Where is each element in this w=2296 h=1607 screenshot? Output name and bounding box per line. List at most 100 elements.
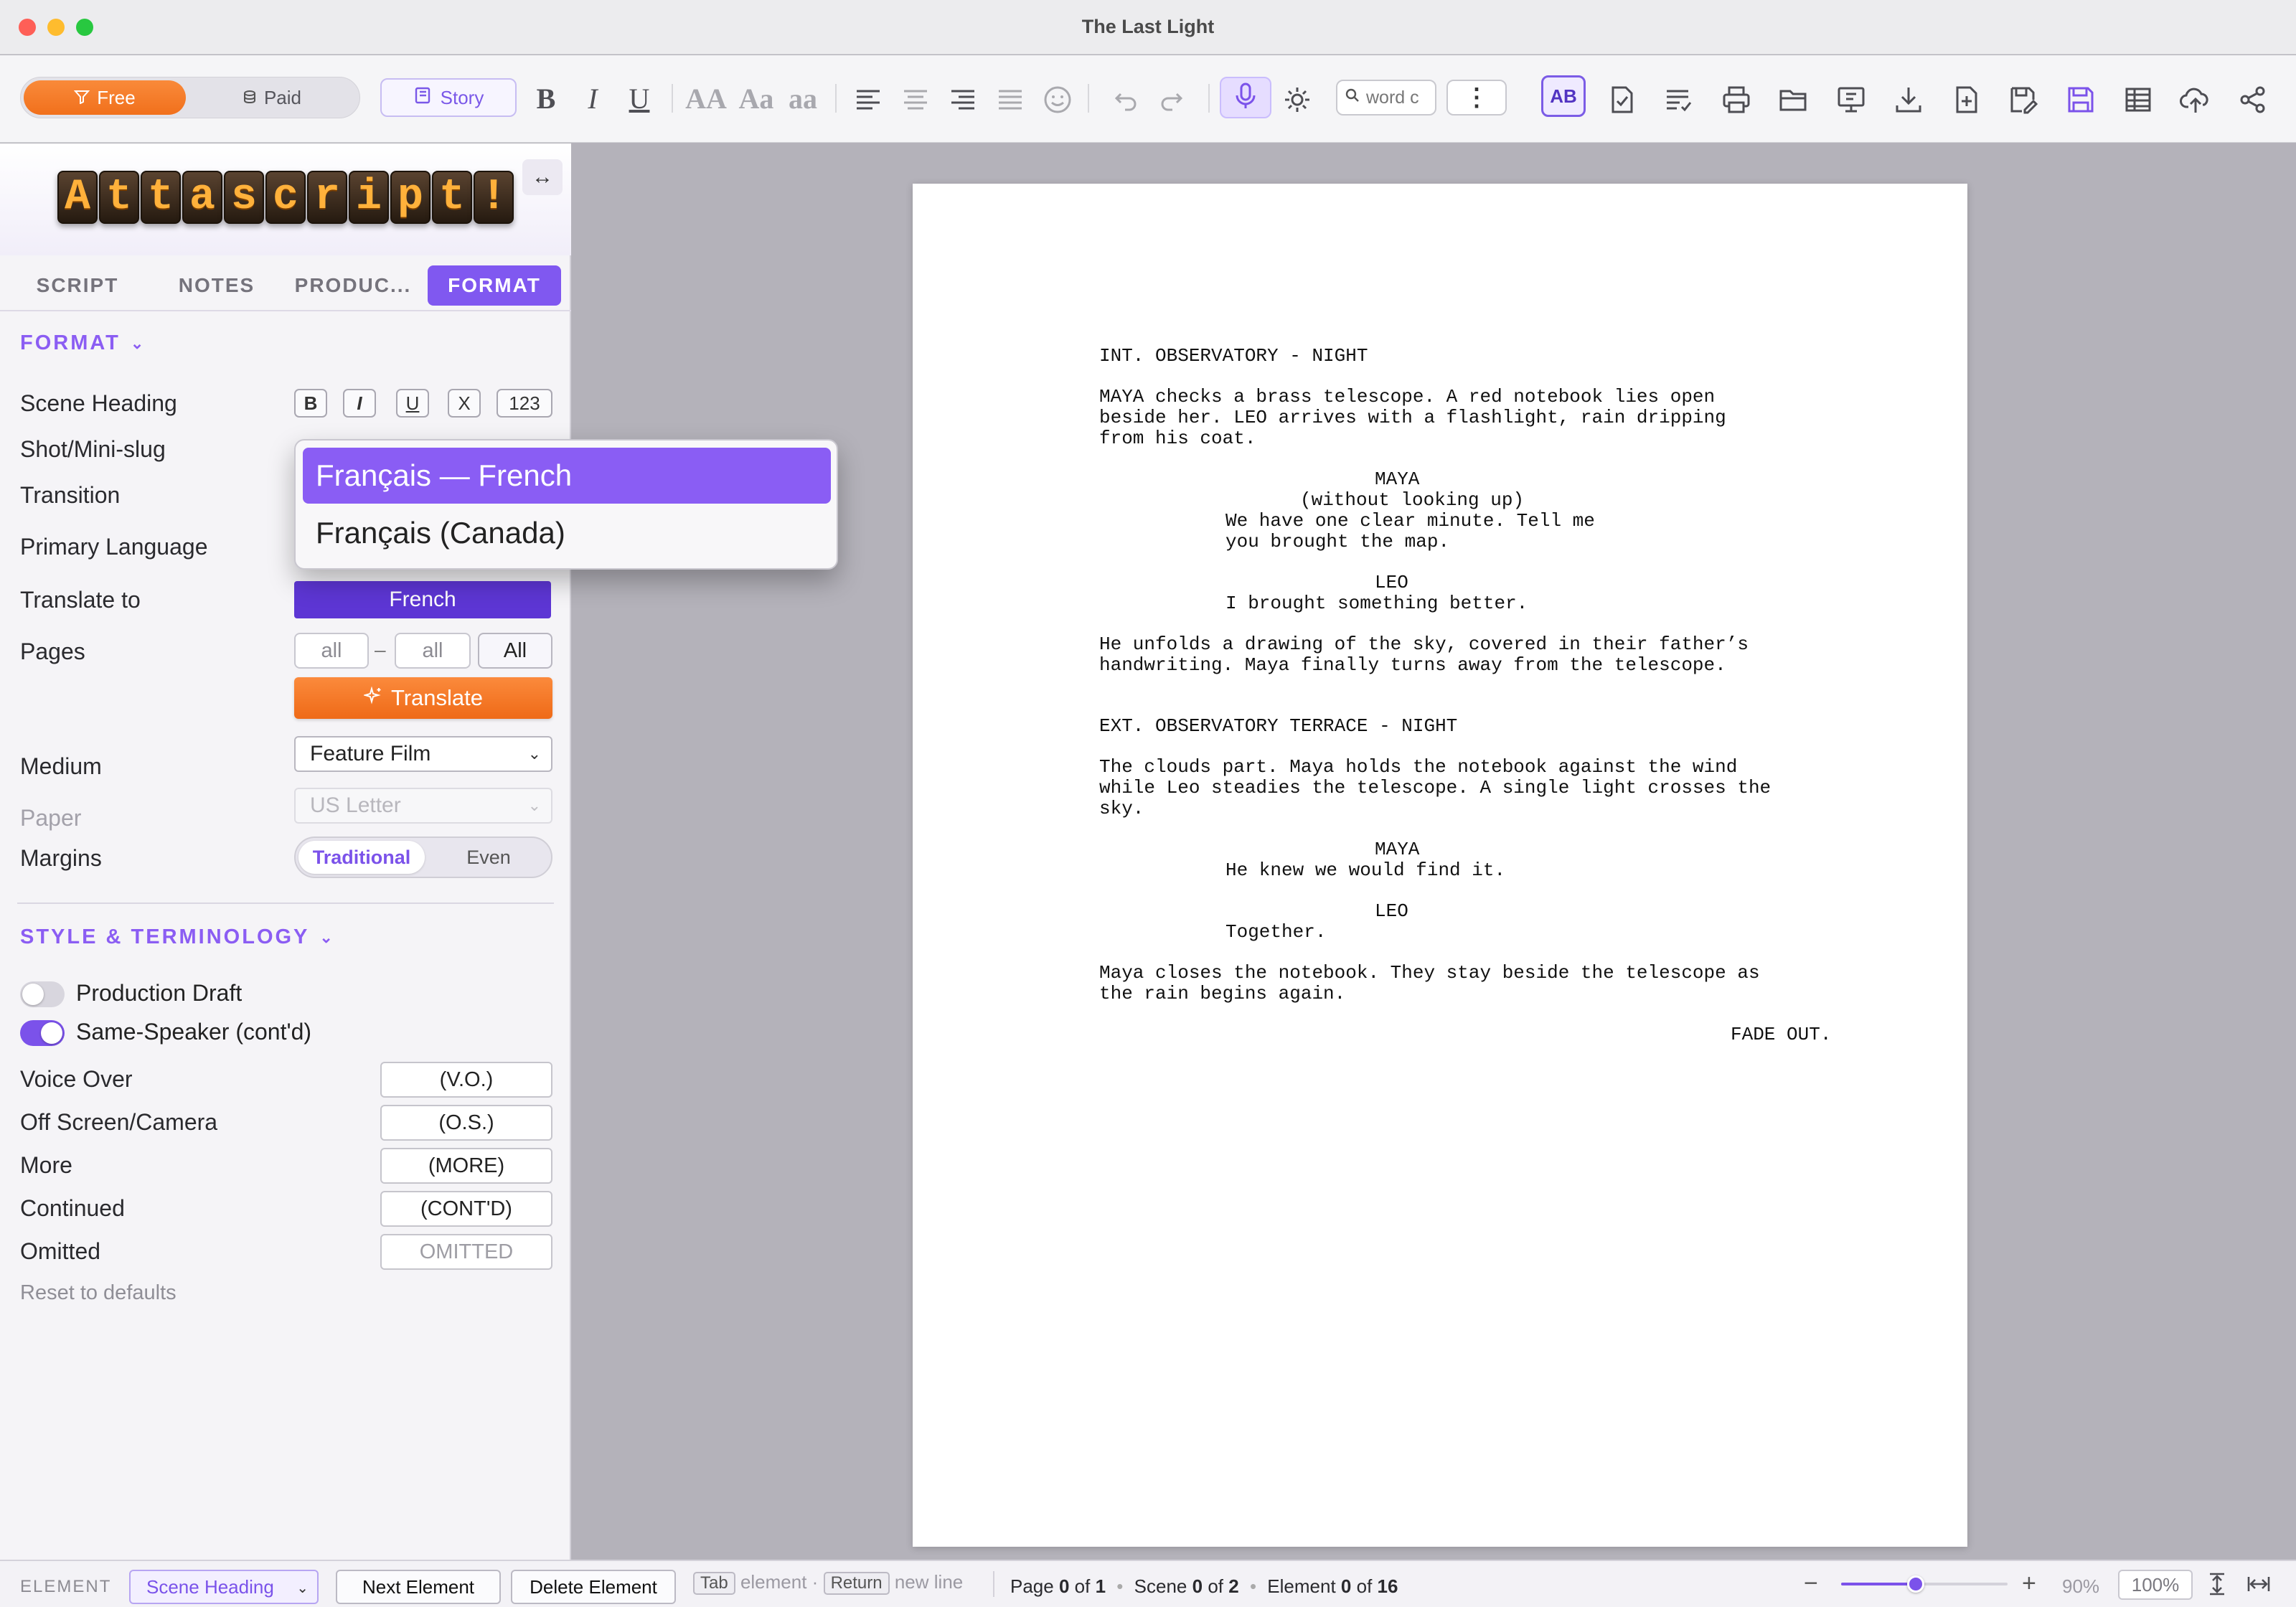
language-option-french[interactable]: Français — French [303, 448, 831, 504]
search-field[interactable]: word c [1336, 80, 1436, 116]
more-input[interactable]: (MORE) [380, 1148, 552, 1184]
language-dropdown-menu: Français — French Français (Canada) [294, 439, 838, 570]
script-line-character[interactable]: LEO [1375, 572, 1408, 593]
zoom-out-button[interactable]: − [1804, 1570, 1818, 1598]
save-icon[interactable] [2065, 84, 2097, 116]
brightness-icon[interactable] [1281, 84, 1313, 116]
scene-heading-bold-button[interactable]: B [294, 389, 327, 418]
medium-select[interactable]: Feature Film ⌄ [294, 736, 552, 772]
download-icon[interactable] [1893, 84, 1924, 116]
story-button[interactable]: Story [380, 78, 517, 117]
script-line-action[interactable]: beside her. LEO arrives with a flashligh… [1099, 407, 1726, 428]
presentation-icon[interactable] [1835, 84, 1867, 116]
tab-script[interactable]: SCRIPT [20, 265, 135, 306]
margins-even-option[interactable]: Even [426, 841, 551, 874]
script-line-scene[interactable]: EXT. OBSERVATORY TERRACE - NIGHT [1099, 716, 1457, 737]
script-line-dialogue[interactable]: I brought something better. [1225, 593, 1528, 614]
same-speaker-toggle[interactable] [20, 1020, 65, 1046]
italic-button[interactable]: I [577, 77, 608, 120]
script-line-dialogue[interactable]: We have one clear minute. Tell me [1225, 511, 1595, 532]
tab-format[interactable]: FORMAT [428, 265, 561, 306]
checklist-doc-icon[interactable] [1606, 84, 1637, 116]
script-line-character[interactable]: MAYA [1375, 839, 1419, 860]
toolbar-divider [672, 84, 673, 113]
script-line-dialogue[interactable]: you brought the map. [1225, 532, 1449, 552]
toolbar-divider [835, 84, 837, 113]
print-icon[interactable] [1721, 84, 1752, 116]
zoom-in-button[interactable]: + [2022, 1570, 2036, 1598]
cloud-upload-icon[interactable] [2180, 84, 2211, 116]
script-page[interactable]: INT. OBSERVATORY - NIGHT MAYA checks a br… [913, 184, 1967, 1547]
style-section-header[interactable]: STYLE & TERMINOLOGY ⌄ [20, 925, 335, 949]
list-check-icon[interactable] [1663, 84, 1695, 116]
dictation-button[interactable] [1220, 77, 1271, 118]
uppercase-button[interactable]: AA [683, 77, 729, 120]
script-line-action[interactable]: handwriting. Maya finally turns away fro… [1099, 655, 1726, 676]
format-section-header[interactable]: FORMAT ⌄ [20, 331, 146, 355]
margins-traditional-option[interactable]: Traditional [298, 841, 425, 874]
chevron-down-icon: ⌄ [130, 334, 146, 352]
script-line-action[interactable]: from his coat. [1099, 428, 1256, 449]
bold-button[interactable]: B [530, 77, 563, 120]
zoom-reset-button[interactable]: 100% [2118, 1570, 2193, 1600]
share-icon[interactable] [2237, 84, 2269, 116]
align-center-icon[interactable] [900, 84, 931, 116]
save-as-icon[interactable] [2008, 84, 2039, 116]
fit-width-icon[interactable] [2244, 1570, 2276, 1601]
align-left-icon[interactable] [852, 84, 884, 116]
continued-input[interactable]: (CONT'D) [380, 1191, 552, 1227]
emoji-icon[interactable] [1042, 84, 1073, 116]
tab-production[interactable]: PRODUC... [290, 265, 416, 306]
lowercase-button[interactable]: aa [782, 77, 824, 120]
reset-defaults-link[interactable]: Reset to defaults [20, 1281, 177, 1305]
scene-heading-italic-button[interactable]: I [343, 389, 376, 418]
delete-element-button[interactable]: Delete Element [511, 1570, 676, 1604]
free-plan-button[interactable]: Free [24, 80, 186, 115]
more-options-button[interactable]: ⋮ [1446, 80, 1507, 116]
voice-over-input[interactable]: (V.O.) [380, 1062, 552, 1098]
open-folder-icon[interactable] [1778, 84, 1810, 116]
zoom-slider[interactable] [1841, 1575, 2008, 1593]
undo-icon[interactable] [1111, 84, 1142, 116]
script-line-character[interactable]: LEO [1375, 901, 1408, 922]
script-line-character[interactable]: MAYA [1375, 469, 1419, 490]
translate-to-select[interactable]: French [294, 581, 551, 618]
fit-height-icon[interactable] [2203, 1570, 2234, 1601]
script-line-action[interactable]: The clouds part. Maya holds the notebook… [1099, 757, 1737, 778]
script-line-action[interactable]: Maya closes the notebook. They stay besi… [1099, 963, 1760, 984]
script-line-dialogue[interactable]: He knew we would find it. [1225, 860, 1505, 881]
tab-notes[interactable]: NOTES [158, 265, 276, 306]
script-line-action[interactable]: the rain begins again. [1099, 984, 1345, 1004]
pages-all-button[interactable]: All [478, 633, 552, 669]
production-draft-toggle[interactable] [20, 981, 65, 1007]
next-element-button[interactable]: Next Element [336, 1570, 501, 1604]
off-screen-input[interactable]: (O.S.) [380, 1105, 552, 1141]
align-right-icon[interactable] [947, 84, 979, 116]
paid-plan-button[interactable]: Paid [190, 80, 354, 115]
script-line-action[interactable]: MAYA checks a brass telescope. A red not… [1099, 387, 1715, 407]
element-type-select[interactable]: Scene Heading ⌄ [129, 1570, 319, 1604]
omitted-input[interactable]: OMITTED [380, 1234, 552, 1270]
script-line-scene[interactable]: INT. OBSERVATORY - NIGHT [1099, 346, 1368, 367]
resize-sidebar-button[interactable]: ↔ [522, 159, 563, 195]
new-document-icon[interactable] [1950, 84, 1982, 116]
underline-button[interactable]: U [623, 77, 656, 120]
pages-from-input[interactable]: all [294, 633, 369, 669]
script-line-action[interactable]: sky. [1099, 798, 1144, 819]
script-line-paren[interactable]: (without looking up) [1300, 490, 1524, 511]
translate-button[interactable]: Translate [294, 677, 552, 719]
scene-heading-strike-button[interactable]: X [448, 389, 481, 418]
script-line-transition[interactable]: FADE OUT. [1731, 1024, 1831, 1045]
spellcheck-button[interactable]: AB [1541, 75, 1586, 117]
script-line-action[interactable]: while Leo steadies the telescope. A sing… [1099, 778, 1771, 798]
scene-heading-underline-button[interactable]: U [396, 389, 429, 418]
redo-icon[interactable] [1155, 84, 1187, 116]
language-option-french-canada[interactable]: Français (Canada) [303, 505, 831, 561]
table-icon[interactable] [2122, 84, 2154, 116]
titlecase-button[interactable]: Aa [733, 77, 779, 120]
pages-to-input[interactable]: all [395, 633, 471, 669]
script-line-dialogue[interactable]: Together. [1225, 922, 1326, 943]
scene-heading-numbering-button[interactable]: 123 [497, 389, 552, 418]
justify-icon[interactable] [994, 84, 1026, 116]
script-line-action[interactable]: He unfolds a drawing of the sky, covered… [1099, 634, 1749, 655]
